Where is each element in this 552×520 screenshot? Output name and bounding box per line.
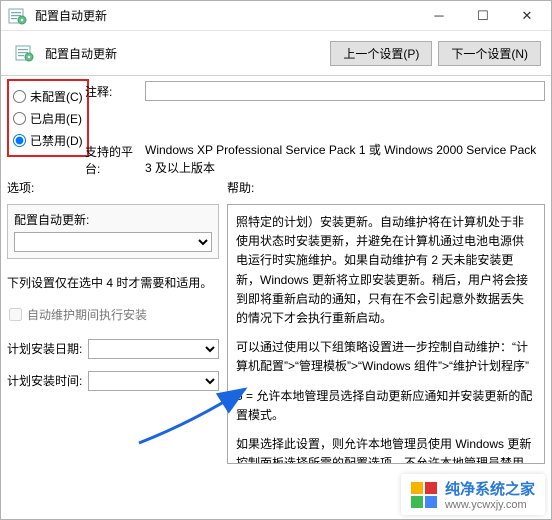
schedule-time-row: 计划安装时间:: [7, 371, 219, 391]
configure-group: 配置自动更新:: [7, 204, 219, 259]
titlebar: 配置自动更新 ─ ☐ ✕: [1, 1, 551, 31]
maximize-button[interactable]: ☐: [461, 1, 505, 31]
settings-document-icon: [7, 5, 29, 27]
platform-text: Windows XP Professional Service Pack 1 或…: [145, 141, 545, 177]
help-paragraph: 可以通过使用以下组策略设置进一步控制自动维护：“计算机配置”>“管理模板”>“W…: [236, 338, 534, 376]
schedule-time-dropdown[interactable]: [88, 371, 219, 391]
radio-disabled[interactable]: 已禁用(D): [13, 129, 83, 151]
help-paragraph: 5 = 允许本地管理员选择自动更新应通知并安装更新的配置模式。: [236, 387, 534, 425]
divider: [1, 75, 551, 76]
window-title: 配置自动更新: [29, 7, 417, 24]
schedule-day-row: 计划安装日期:: [7, 339, 219, 359]
radio-disabled-input[interactable]: [13, 134, 26, 147]
close-button[interactable]: ✕: [505, 1, 549, 31]
radio-not-configured-input[interactable]: [13, 90, 26, 103]
radio-group: 未配置(C) 已启用(E) 已禁用(D): [7, 79, 89, 157]
schedule-day-dropdown[interactable]: [88, 339, 219, 359]
radio-not-configured[interactable]: 未配置(C): [13, 85, 83, 107]
notes-input[interactable]: [145, 81, 545, 101]
schedule-day-label: 计划安装日期:: [7, 340, 82, 357]
checkbox-label: 自动维护期间执行安装: [27, 306, 147, 323]
settings-document-icon: [11, 41, 39, 65]
notes-row: 注释:: [85, 81, 545, 101]
watermark-url: www.ycwxjy.com: [445, 499, 535, 511]
radio-label: 未配置(C): [30, 88, 83, 105]
options-label: 选项:: [7, 179, 219, 196]
mid-section: 选项: 配置自动更新: 下列设置仅在选中 4 时才需要和适用。 自动维护期间执行…: [7, 179, 545, 464]
maintenance-checkbox[interactable]: [9, 308, 22, 321]
help-textbox[interactable]: 照特定的计划）安装更新。自动维护将在计算机处于非使用状态时安装更新，并避免在计算…: [227, 204, 545, 464]
help-label: 帮助:: [227, 179, 545, 196]
maintenance-checkbox-row[interactable]: 自动维护期间执行安装: [9, 306, 219, 323]
notes-label: 注释:: [85, 81, 145, 101]
radio-enabled-input[interactable]: [13, 112, 26, 125]
watermark-logo: [411, 482, 437, 508]
watermark-name: 纯净系统之家: [445, 478, 535, 499]
options-column: 选项: 配置自动更新: 下列设置仅在选中 4 时才需要和适用。 自动维护期间执行…: [7, 179, 219, 464]
radio-label: 已启用(E): [30, 110, 82, 127]
radio-label: 已禁用(D): [30, 132, 83, 149]
platform-label: 支持的平台:: [85, 141, 145, 177]
group-title: 配置自动更新:: [14, 211, 212, 228]
subheader: 配置自动更新 上一个设置(P) 下一个设置(N): [1, 31, 551, 75]
minimize-button[interactable]: ─: [417, 1, 461, 31]
subheader-label: 配置自动更新: [39, 45, 330, 62]
configure-dropdown[interactable]: [14, 232, 212, 252]
schedule-time-label: 计划安装时间:: [7, 372, 82, 389]
watermark: 纯净系统之家 www.ycwxjy.com: [401, 474, 545, 515]
previous-setting-button[interactable]: 上一个设置(P): [330, 41, 432, 66]
radio-enabled[interactable]: 已启用(E): [13, 107, 83, 129]
next-setting-button[interactable]: 下一个设置(N): [438, 41, 541, 66]
help-paragraph: 照特定的计划）安装更新。自动维护将在计算机处于非使用状态时安装更新，并避免在计算…: [236, 213, 534, 328]
help-paragraph: 如果选择此设置，则允许本地管理员使用 Windows 更新控制面板选择所需的配置…: [236, 435, 534, 464]
form-area: 注释: 支持的平台: Windows XP Professional Servi…: [85, 81, 545, 183]
help-column: 帮助: 照特定的计划）安装更新。自动维护将在计算机处于非使用状态时安装更新，并避…: [227, 179, 545, 464]
window: 配置自动更新 ─ ☐ ✕ 配置自动更新 上一个设置(P) 下一个设置(N) 未配…: [0, 0, 552, 520]
note-text: 下列设置仅在选中 4 时才需要和适用。: [7, 275, 219, 292]
platform-row: 支持的平台: Windows XP Professional Service P…: [85, 141, 545, 177]
